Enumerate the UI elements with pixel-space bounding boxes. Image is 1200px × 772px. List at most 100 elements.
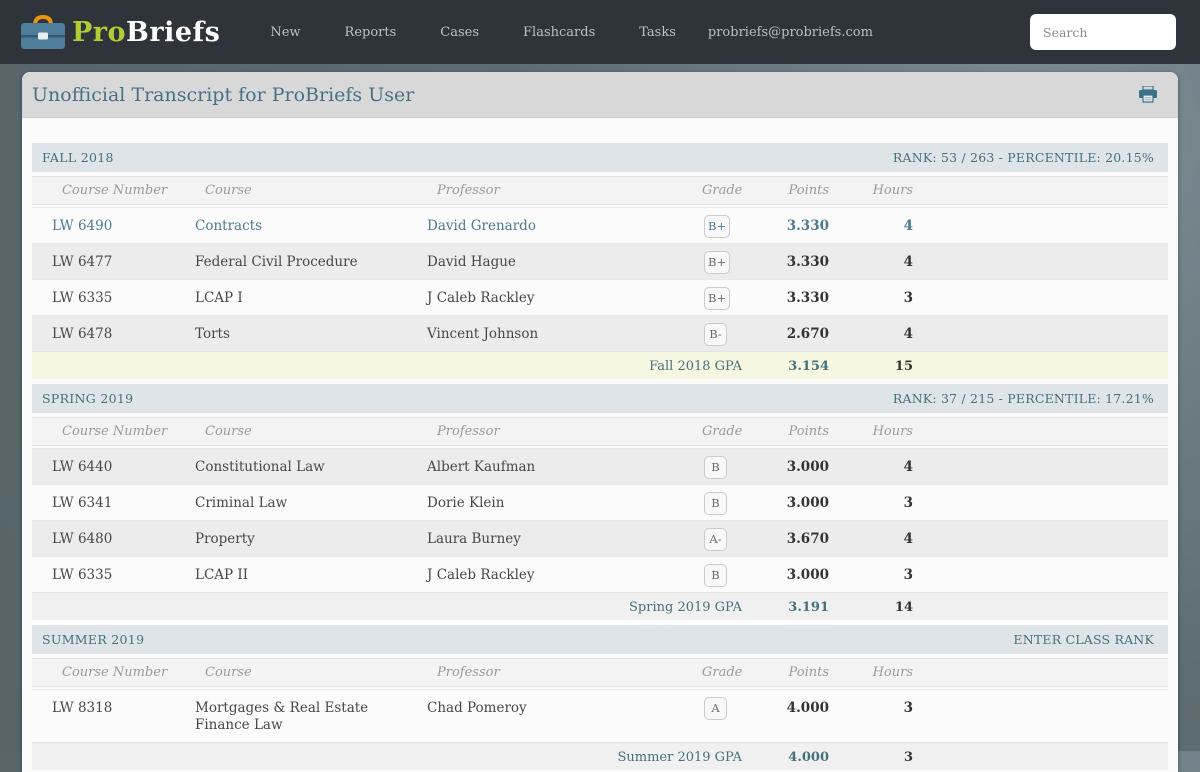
column-header-row: Course Number Course Professor Grade Points H…	[32, 176, 1168, 205]
points-cell: 3.670	[786, 531, 829, 547]
course-number-cell: LW 6477	[52, 254, 113, 270]
transcript-panel: Unofficial Transcript for ProBriefs User…	[22, 72, 1178, 772]
page-title: Unofficial Transcript for ProBriefs User	[32, 83, 415, 106]
hours-cell: 3	[903, 700, 913, 716]
rank-percentile-text: RANK: 37 / 215 - PERCENTILE: 17.21%	[892, 391, 1154, 406]
professor-link[interactable]: J Caleb Rackley	[422, 280, 694, 315]
professor-link[interactable]: David Grenardo	[422, 208, 694, 243]
grade-badge: B	[704, 492, 727, 515]
grade-badge: A-	[704, 528, 727, 551]
term-band: FALL 2018 RANK: 53 / 263 - PERCENTILE: 20…	[32, 143, 1168, 172]
course-row: LW 6440 Constitutional Law Albert Kaufman B…	[32, 448, 1168, 484]
course-number-cell: LW 6341	[52, 495, 113, 511]
column-header: Course Number	[62, 183, 168, 198]
nav-item-flashcards[interactable]: Flashcards	[501, 15, 617, 50]
gpa-label: Summer 2019 GPA	[617, 749, 742, 765]
professor-link[interactable]: Albert Kaufman	[422, 449, 694, 484]
print-button[interactable]	[1134, 82, 1162, 107]
enter-class-rank-link[interactable]: ENTER CLASS RANK	[1013, 632, 1154, 647]
gpa-summary-row: Spring 2019 GPA 3.191 14	[32, 592, 1168, 620]
search-input[interactable]	[1030, 14, 1176, 50]
nav-item-reports[interactable]: Reports	[323, 15, 419, 50]
column-header: Points	[788, 665, 829, 680]
course-link[interactable]: Federal Civil Procedure	[190, 244, 422, 279]
hours-cell: 3	[903, 567, 913, 583]
grade-cell: A-	[694, 521, 752, 556]
column-header: Hours	[872, 424, 913, 439]
nav-item-cases[interactable]: Cases	[418, 15, 501, 50]
professor-link[interactable]: Dorie Klein	[422, 485, 694, 520]
course-row: LW 6335 LCAP II J Caleb Rackley B 3.000 3	[32, 556, 1168, 592]
column-header-row: Course Number Course Professor Grade Points H…	[32, 658, 1168, 687]
professor-link[interactable]: Chad Pomeroy	[422, 690, 694, 725]
professor-link[interactable]: David Hague	[422, 244, 694, 279]
course-link[interactable]: Mortgages & Real Estate Finance Law	[190, 690, 422, 742]
gpa-total-hours: 14	[894, 600, 913, 615]
hours-cell: 3	[903, 495, 913, 511]
course-link[interactable]: LCAP II	[190, 557, 422, 592]
course-link[interactable]: Torts	[190, 316, 422, 351]
gpa-points: 4.000	[788, 749, 829, 765]
column-header: Points	[788, 183, 829, 198]
course-link[interactable]: Criminal Law	[190, 485, 422, 520]
course-number-cell: LW 6480	[52, 531, 113, 547]
column-header: Grade	[702, 665, 743, 680]
grade-badge: B	[704, 564, 727, 587]
term-label: SUMMER 2019	[42, 632, 145, 647]
column-header: Hours	[872, 183, 913, 198]
course-number-cell: LW 8318	[52, 700, 113, 716]
term-label: FALL 2018	[42, 150, 114, 165]
points-cell: 3.000	[786, 459, 829, 475]
course-number-cell: LW 6440	[52, 459, 113, 475]
hours-cell: 4	[903, 531, 913, 547]
course-number-cell: LW 6335	[52, 567, 113, 583]
points-cell: 3.330	[786, 290, 829, 306]
hours-cell: 4	[903, 326, 913, 342]
course-row: LW 6335 LCAP IJ Caleb Rackley B+ 3.330 3	[32, 279, 1168, 315]
points-cell: 2.670	[786, 326, 829, 342]
grade-cell: B+	[694, 208, 752, 243]
rank-percentile-text: RANK: 53 / 263 - PERCENTILE: 20.15%	[892, 150, 1154, 165]
term-band: SUMMER 2019 ENTER CLASS RANK	[32, 625, 1168, 654]
grade-cell: B	[694, 485, 752, 520]
grade-cell: B	[694, 449, 752, 484]
column-header: Professor	[437, 424, 500, 439]
term-section: SUMMER 2019 ENTER CLASS RANK Course Number…	[32, 625, 1168, 770]
course-link[interactable]: Contracts	[190, 208, 422, 243]
grade-cell: A	[694, 690, 752, 725]
grade-badge: B	[704, 456, 727, 479]
points-cell: 3.330	[786, 218, 829, 234]
term-band: SPRING 2019 RANK: 37 / 215 - PERCENTILE: …	[32, 384, 1168, 413]
professor-link[interactable]: J Caleb Rackley	[422, 557, 694, 592]
grade-badge: B-	[704, 323, 727, 346]
grade-badge: A	[704, 697, 727, 720]
account-email-menu[interactable]: probriefs@probriefs.com	[698, 15, 883, 50]
column-header-row: Course Number Course Professor Grade Points H…	[32, 417, 1168, 446]
nav-links: New Reports Cases Flashcards Tasks probr…	[248, 15, 883, 50]
professor-link[interactable]: Laura Burney	[422, 521, 694, 556]
professor-link[interactable]: Vincent Johnson	[422, 316, 694, 351]
column-header: Course	[205, 183, 252, 198]
panel-header: Unofficial Transcript for ProBriefs User	[22, 72, 1178, 118]
course-link[interactable]: Constitutional Law	[190, 449, 422, 484]
brand-wordmark: ProBriefs	[72, 17, 220, 48]
points-cell: 3.000	[786, 567, 829, 583]
briefcase-icon	[20, 13, 66, 51]
term-section: FALL 2018 RANK: 53 / 263 - PERCENTILE: 20…	[32, 143, 1168, 379]
column-header: Grade	[702, 424, 743, 439]
gpa-total-hours: 3	[903, 749, 913, 765]
grade-cell: B+	[694, 280, 752, 315]
course-row: LW 6341 Criminal Law Dorie Klein B 3.000 3	[32, 484, 1168, 520]
course-link[interactable]: Property	[190, 521, 422, 556]
hours-cell: 4	[903, 459, 913, 475]
course-number-cell: LW 6478	[52, 326, 113, 342]
nav-item-tasks[interactable]: Tasks	[617, 15, 698, 50]
probriefs-logo[interactable]: ProBriefs	[20, 13, 220, 51]
course-link[interactable]: LCAP I	[190, 280, 422, 315]
brand-briefs: Briefs	[126, 16, 221, 48]
course-number-cell: LW 6335	[52, 290, 113, 306]
grade-badge: B+	[704, 215, 731, 238]
column-header: Points	[788, 424, 829, 439]
nav-item-new[interactable]: New	[248, 15, 322, 50]
term-label: SPRING 2019	[42, 391, 134, 406]
